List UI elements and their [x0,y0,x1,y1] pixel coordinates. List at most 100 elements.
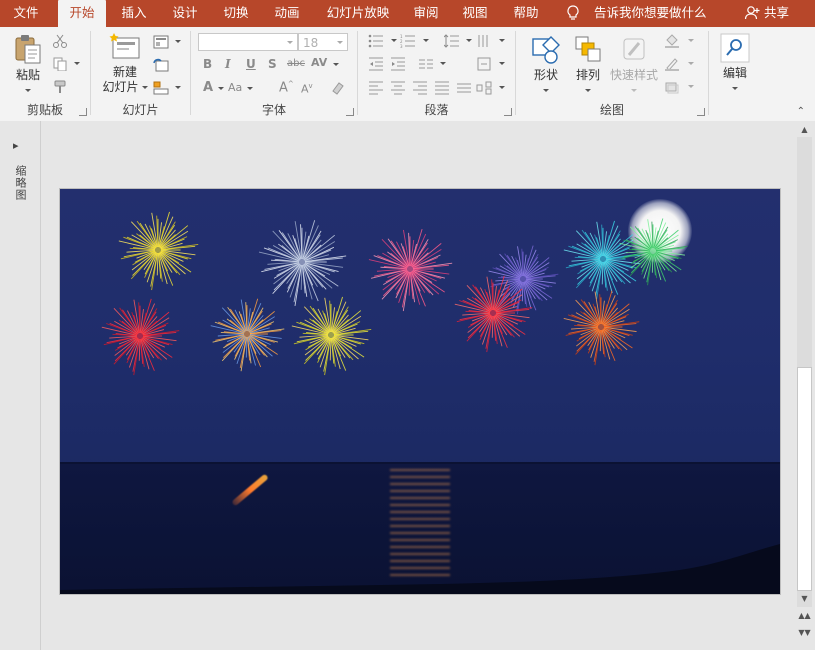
font-name-combo[interactable] [198,33,298,51]
align-text-icon[interactable] [476,57,492,71]
decrease-font-icon[interactable]: Av [301,82,313,96]
underline-icon[interactable]: U [246,57,256,71]
shape-effects-dropdown-icon[interactable] [688,85,694,88]
shape-outline-icon[interactable] [664,57,680,71]
layout-dropdown-icon[interactable] [175,40,181,43]
share-button[interactable]: 共享 [744,0,789,27]
smartart-icon[interactable] [476,81,492,95]
format-painter-icon[interactable] [52,80,68,94]
firework-pink [368,228,453,312]
shape-fill-icon[interactable] [664,34,680,48]
line-spacing-icon[interactable] [444,34,460,48]
thumbnail-pane-label[interactable]: 缩略图 [12,165,28,201]
font-size-combo[interactable]: 18 [298,33,348,51]
font-name-dropdown-icon [287,41,293,44]
group-label-clipboard: 剪贴板 [26,103,63,117]
justify-icon[interactable] [434,81,450,95]
change-case-dropdown-icon[interactable] [247,87,253,90]
columns-dropdown-icon[interactable] [440,62,446,65]
collapse-ribbon-icon[interactable]: ⌃ [797,106,805,117]
layout-icon[interactable] [153,35,169,49]
shape-effects-icon[interactable] [664,80,680,94]
bullets-dropdown-icon[interactable] [391,39,397,42]
numbering-dropdown-icon[interactable] [423,39,429,42]
text-direction-dropdown-icon[interactable] [499,39,505,42]
paragraph-launcher-icon[interactable] [504,108,512,116]
tell-me-search[interactable]: 告诉我你想要做什么 [566,0,707,27]
next-slide-icon[interactable]: ▼▼ [797,626,812,640]
columns-icon[interactable] [418,57,434,71]
text-direction-icon[interactable] [476,34,492,48]
clear-formatting-icon[interactable] [330,81,346,95]
font-launcher-icon[interactable] [346,108,354,116]
section-dropdown-icon[interactable] [175,86,181,89]
group-label-font: 字体 [261,103,286,117]
copy-icon[interactable] [52,57,68,71]
font-color-icon[interactable]: A [203,80,213,95]
new-slide-button[interactable]: 新建 幻灯片 [99,32,151,95]
align-left-icon[interactable] [368,81,384,95]
italic-icon[interactable]: I [225,57,231,71]
reset-slide-icon[interactable] [153,58,169,72]
scroll-down-icon[interactable]: ▼ [797,592,812,606]
tab-insert[interactable]: 插入 [112,0,156,27]
slide-editor [41,121,795,650]
previous-slide-icon[interactable]: ▲▲ [797,609,812,623]
decrease-indent-icon[interactable] [368,57,384,71]
font-color-dropdown-icon[interactable] [218,87,224,90]
vertical-scrollbar[interactable]: ▲ ▼ ▲▲ ▼▼ [795,121,815,650]
increase-font-icon[interactable]: A^ [279,80,294,95]
expand-pane-icon[interactable]: ▸ [13,139,19,152]
align-center-icon[interactable] [390,81,406,95]
bold-icon[interactable]: B [203,57,212,71]
arrange-icon [575,36,601,62]
firework-red-2 [454,275,533,353]
quick-styles-button[interactable]: 快速样式 [608,33,660,97]
cut-icon[interactable] [52,34,68,48]
tab-home[interactable]: 开始 [58,0,106,27]
tab-file[interactable]: 文件 [0,0,52,27]
align-text-dropdown-icon[interactable] [499,62,505,65]
tab-slideshow[interactable]: 幻灯片放映 [318,0,398,27]
char-spacing-icon[interactable]: AV [311,56,327,69]
paste-icon [15,35,41,64]
menu-bar: 文件 开始 插入 设计 切换 动画 幻灯片放映 审阅 视图 帮助 告诉我你想要做… [0,0,815,27]
slide-canvas[interactable] [59,188,781,595]
change-case-icon[interactable]: Aa [228,81,242,94]
arrange-button[interactable]: 排列 [568,33,608,97]
arrange-dropdown-icon [585,89,591,92]
editing-button[interactable]: 编辑 [715,33,755,95]
line-spacing-dropdown-icon[interactable] [466,39,472,42]
align-right-icon[interactable] [412,81,428,95]
increase-indent-icon[interactable] [390,57,406,71]
section-icon[interactable] [153,81,169,95]
clipboard-launcher-icon[interactable] [79,108,87,116]
paste-button[interactable]: 粘贴 [8,33,48,97]
copy-dropdown-icon[interactable] [74,62,80,65]
tab-design[interactable]: 设计 [163,0,207,27]
shape-fill-dropdown-icon[interactable] [688,39,694,42]
editing-dropdown-icon [732,87,738,90]
shapes-button[interactable]: 形状 [526,33,566,97]
tab-help[interactable]: 帮助 [504,0,548,27]
shape-outline-dropdown-icon[interactable] [688,62,694,65]
strikethrough-s-icon[interactable]: S [268,57,277,71]
font-size-value: 18 [303,36,319,50]
tab-view[interactable]: 视图 [453,0,497,27]
scroll-thumb[interactable] [797,367,812,591]
shoreline-image [60,544,780,594]
tab-review[interactable]: 审阅 [404,0,448,27]
smartart-dropdown-icon[interactable] [499,86,505,89]
drawing-launcher-icon[interactable] [697,108,705,116]
find-icon [720,33,750,63]
char-spacing-dropdown-icon[interactable] [333,63,339,66]
tab-transitions[interactable]: 切换 [214,0,258,27]
strikethrough-icon[interactable]: abc [287,58,305,69]
scroll-up-icon[interactable]: ▲ [797,123,812,137]
shapes-dropdown-icon [543,89,549,92]
bullets-icon[interactable] [368,34,384,48]
thumbnail-pane: ▸ 缩略图 [0,121,41,650]
distributed-icon[interactable] [456,81,472,95]
tab-animations[interactable]: 动画 [265,0,309,27]
numbering-icon[interactable]: 1 2 3 [400,34,416,48]
